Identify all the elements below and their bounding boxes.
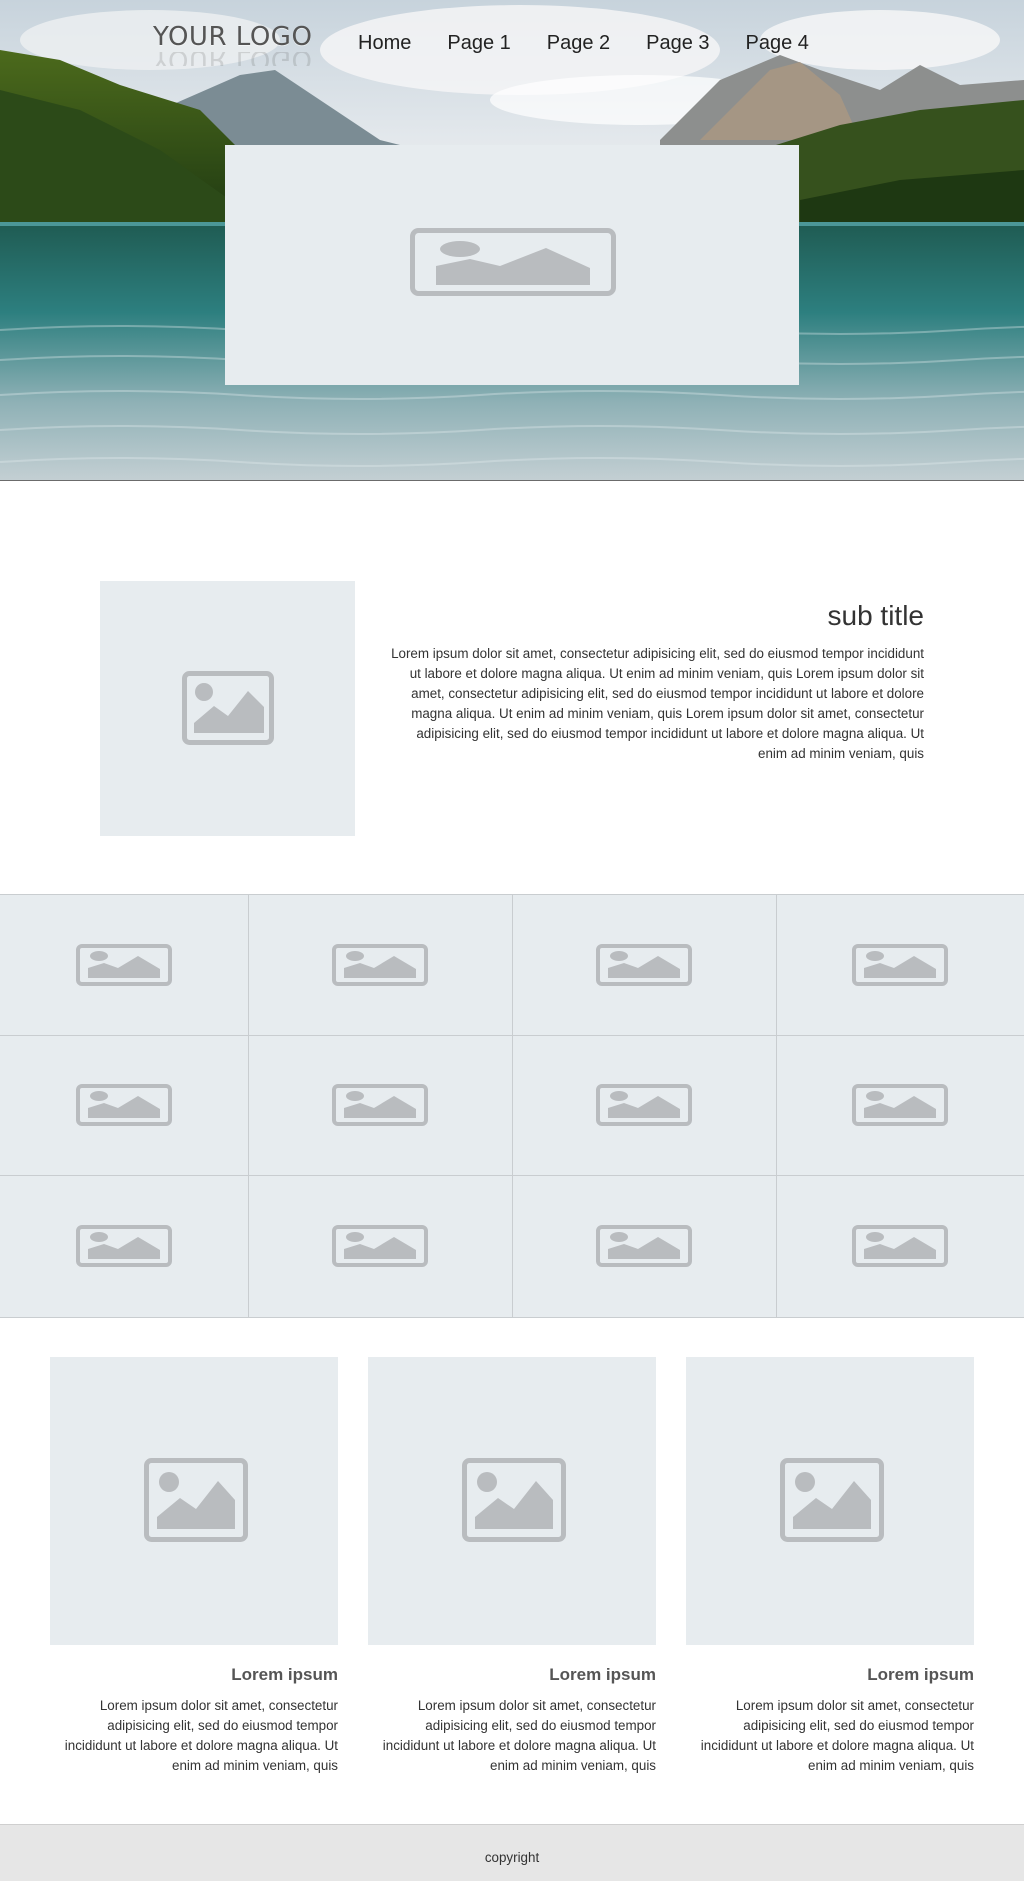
site-logo-reflection: YOUR LOGO (153, 52, 312, 66)
image-placeholder-icon (332, 1225, 428, 1267)
grid-divider (0, 1035, 1024, 1036)
grid-divider (512, 895, 513, 1317)
image-placeholder-icon (852, 1225, 948, 1267)
card-image-placeholder (686, 1357, 974, 1645)
image-placeholder-icon (332, 944, 428, 986)
card-image-placeholder (368, 1357, 656, 1645)
image-placeholder-icon (596, 944, 692, 986)
card-image-placeholder (50, 1357, 338, 1645)
feature-body-text: Lorem ipsum dolor sit amet, consectetur … (391, 646, 924, 761)
nav-page-2[interactable]: Page 2 (547, 32, 610, 55)
image-placeholder-icon (144, 1458, 248, 1542)
image-placeholder-icon (76, 944, 172, 986)
image-placeholder-icon (410, 228, 616, 296)
grid-divider (248, 895, 249, 1317)
nav-home[interactable]: Home (358, 32, 411, 55)
card-title: Lorem ipsum (231, 1665, 338, 1684)
main-nav: Home Page 1 Page 2 Page 3 Page 4 (358, 32, 845, 55)
grid-divider (776, 895, 777, 1317)
card-1: Lorem ipsum Lorem ipsum dolor sit amet, … (50, 1357, 338, 1776)
footer: copyright (0, 1824, 1024, 1881)
card-body-text: Lorem ipsum dolor sit amet, consectetur … (382, 1698, 656, 1773)
nav-page-4[interactable]: Page 4 (746, 32, 809, 55)
grid-divider (0, 1175, 1024, 1176)
card-title: Lorem ipsum (867, 1665, 974, 1684)
card-3: Lorem ipsum Lorem ipsum dolor sit amet, … (686, 1357, 974, 1776)
image-placeholder-icon (596, 1084, 692, 1126)
nav-page-3[interactable]: Page 3 (646, 32, 709, 55)
site-logo[interactable]: YOUR LOGO (153, 22, 312, 52)
card-title: Lorem ipsum (549, 1665, 656, 1684)
copyright-text: copyright (484, 1850, 540, 1865)
image-placeholder-icon (76, 1084, 172, 1126)
hero-image-placeholder (225, 145, 799, 385)
image-placeholder-icon (852, 1084, 948, 1126)
image-placeholder-icon (76, 1225, 172, 1267)
feature-image-placeholder (100, 581, 355, 836)
image-placeholder-icon (182, 671, 274, 745)
card-2: Lorem ipsum Lorem ipsum dolor sit amet, … (368, 1357, 656, 1776)
card-body-text: Lorem ipsum dolor sit amet, consectetur … (700, 1698, 974, 1773)
image-placeholder-icon (332, 1084, 428, 1126)
nav-page-1[interactable]: Page 1 (447, 32, 510, 55)
hero-banner: YOUR LOGO YOUR LOGO Home Page 1 Page 2 P… (0, 0, 1024, 481)
image-placeholder-icon (780, 1458, 884, 1542)
feature-subtitle: sub title (827, 600, 925, 631)
image-placeholder-icon (596, 1225, 692, 1267)
card-body-text: Lorem ipsum dolor sit amet, consectetur … (64, 1698, 338, 1773)
image-gallery-grid (0, 894, 1024, 1318)
image-placeholder-icon (852, 944, 948, 986)
image-placeholder-icon (462, 1458, 566, 1542)
